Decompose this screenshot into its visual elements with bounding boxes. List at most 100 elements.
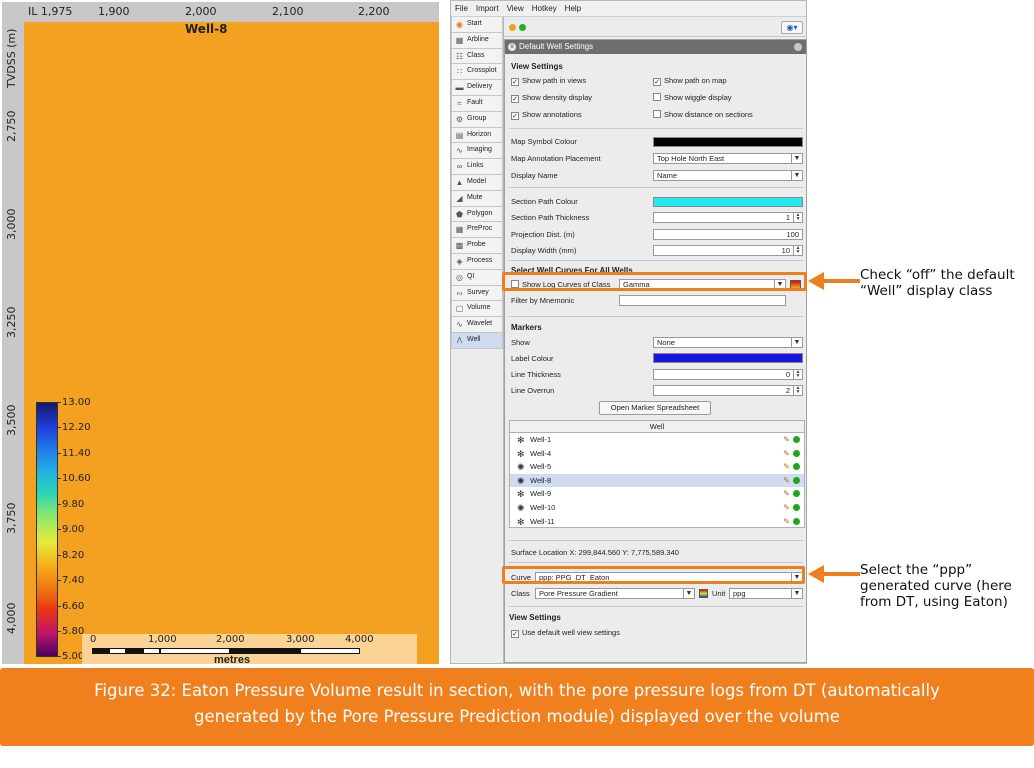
sidebar-item-delivery[interactable]: ▬ Delivery [451, 80, 503, 96]
sidebar-item-class[interactable]: ☷ Class [451, 48, 503, 65]
display-width-spinner[interactable]: 10 ▲ ▼ [653, 245, 803, 256]
pressure-section-view[interactable]: IL 1,975 1,900 2,000 2,100 2,200 TVDSS (… [2, 2, 439, 664]
colour-scale-icon[interactable] [699, 589, 708, 598]
pencil-icon[interactable]: ✎ [783, 460, 790, 473]
filter-by-mnemonic-input[interactable] [619, 295, 786, 306]
sidebar-item-probe[interactable]: ▩ Probe [451, 238, 503, 254]
well-name-label: Well-8 [185, 22, 228, 36]
menu-hotkey[interactable]: Hotkey [528, 1, 561, 13]
select-value: Top Hole North East [657, 154, 725, 163]
class-select[interactable]: Pore Pressure Gradient ▼ [535, 588, 695, 599]
sidebar-item-volume[interactable]: ▢ Volume [451, 301, 503, 318]
spinner-arrows-icon[interactable]: ▲ ▼ [793, 386, 802, 395]
sidebar-item-label: Imaging [467, 146, 492, 154]
arrow-left-icon [808, 565, 860, 583]
settings-close-icon[interactable] [794, 43, 802, 51]
show-path-in-views-checkbox[interactable]: ✓ Show path in views [511, 76, 586, 86]
table-row-selected[interactable]: ✺ Well-8 ✎ [510, 473, 804, 488]
table-row[interactable]: ✺ Well-10 ✎ [510, 501, 804, 515]
menu-file[interactable]: File [451, 1, 472, 13]
pencil-icon[interactable]: ✎ [783, 474, 790, 487]
map-symbol-colour-swatch[interactable] [653, 137, 803, 147]
table-row[interactable]: ✻ Well-11 ✎ [510, 515, 804, 529]
sidebar-item-mute[interactable]: ◢ Mute [451, 190, 503, 207]
sidebar-item-qi[interactable]: ◎ QI [451, 269, 503, 286]
section-path-thickness-label: Section Path Thickness [511, 213, 590, 222]
line-overrun-spinner[interactable]: 2 ▲ ▼ [653, 385, 803, 396]
globe-dropdown-button[interactable]: ◉▾ [781, 21, 803, 34]
orange-status-dot[interactable] [509, 24, 516, 31]
sidebar-item-preproc[interactable]: ▦ PreProc [451, 222, 503, 239]
colorbar-label: 7.40 [62, 575, 85, 586]
sidebar-item-model[interactable]: ▲ Model [451, 174, 503, 191]
chevron-down-icon: ▼ [791, 589, 802, 598]
table-row[interactable]: ✺ Well-5 ✎ [510, 460, 804, 474]
map-annotation-placement-select[interactable]: Top Hole North East ▼ [653, 153, 803, 164]
depth-label: 3,000 [5, 208, 18, 241]
sidebar-item-survey[interactable]: ∾ Survey [451, 285, 503, 302]
sidebar-item-links[interactable]: ∞ Links [451, 159, 503, 175]
section-path-colour-swatch[interactable] [653, 197, 803, 207]
spinner-arrows-icon[interactable]: ▲ ▼ [793, 246, 802, 255]
unit-select[interactable]: ppg ▼ [729, 588, 803, 599]
scale-segment [92, 648, 109, 654]
sidebar-item-label: Probe [467, 241, 486, 249]
table-row[interactable]: ✻ Well-1 ✎ [510, 433, 804, 447]
checkbox-label: Show distance on sections [664, 110, 753, 119]
app-window: File Import View Hotkey Help ◉ Start ▦ Arbline… [450, 0, 807, 664]
panel-toolbar: ◉▾ [504, 17, 807, 37]
sidebar-item-fault[interactable]: ≈ Fault [451, 95, 503, 112]
show-annotations-checkbox[interactable]: ✓ Show annotations [511, 110, 582, 120]
sidebar-item-wavelet[interactable]: ∿ Wavelet [451, 317, 503, 333]
caption-line: Figure 32: Eaton Pressure Volume result … [94, 681, 940, 700]
pencil-icon[interactable]: ✎ [783, 433, 790, 446]
sidebar-item-label: Process [467, 256, 493, 264]
sidebar-item-imaging[interactable]: ∿ Imaging [451, 143, 503, 160]
show-wiggle-display-checkbox[interactable]: Show wiggle display [653, 93, 732, 102]
sidebar-item-start[interactable]: ◉ Start [451, 17, 503, 33]
sidebar-item-arbline[interactable]: ▦ Arbline [451, 32, 503, 49]
pencil-icon[interactable]: ✎ [783, 447, 790, 460]
spinner-arrows-icon[interactable]: ▲ ▼ [793, 213, 802, 222]
table-row[interactable]: ✻ Well-4 ✎ [510, 447, 804, 461]
line-thickness-spinner[interactable]: 0 ▲ ▼ [653, 369, 803, 380]
show-density-display-checkbox[interactable]: ✓ Show density display [511, 93, 592, 103]
sidebar-item-group[interactable]: ⚙ Group [451, 111, 503, 128]
well-name: Well-4 [530, 448, 552, 458]
display-name-select[interactable]: Name ▼ [653, 170, 803, 181]
section-path-thickness-spinner[interactable]: 1 ▲ ▼ [653, 212, 803, 223]
green-status-dot[interactable] [519, 24, 526, 31]
crossplot-icon: ∷ [456, 67, 463, 77]
pencil-icon[interactable]: ✎ [783, 515, 790, 528]
show-distance-on-sections-checkbox[interactable]: Show distance on sections [653, 110, 753, 119]
checkbox-label: Show wiggle display [664, 93, 732, 102]
sidebar-item-horizon[interactable]: ▤ Horizon [451, 127, 503, 144]
label-colour-swatch[interactable] [653, 353, 803, 363]
sidebar-item-label: Delivery [467, 83, 493, 91]
sidebar-item-polygon[interactable]: ⬟ Polygon [451, 206, 503, 223]
use-default-well-view-settings-checkbox[interactable]: ✓ Use default well view settings [511, 628, 620, 638]
section-path-colour-label: Section Path Colour [511, 197, 578, 206]
callout-line: Check “off” the default [860, 267, 1015, 283]
show-path-on-map-checkbox[interactable]: ✓ Show path on map [653, 76, 727, 86]
projection-dist-input[interactable]: 100 [653, 229, 803, 240]
sidebar-item-process[interactable]: ◈ Process [451, 253, 503, 270]
colorbar-label: 13.00 [62, 397, 91, 408]
markers-show-select[interactable]: None ▼ [653, 337, 803, 348]
pencil-icon[interactable]: ✎ [783, 501, 790, 514]
green-status-dot [793, 517, 800, 525]
model-icon: ▲ [455, 177, 464, 187]
table-row[interactable]: ✻ Well-9 ✎ [510, 487, 804, 501]
spinner-arrows-icon[interactable]: ▲ ▼ [793, 370, 802, 379]
sidebar-item-label: Horizon [467, 130, 492, 138]
sidebar-item-well[interactable]: Λ Well [451, 332, 503, 349]
sidebar-item-label: Wavelet [467, 320, 493, 328]
open-marker-spreadsheet-button[interactable]: Open Marker Spreadsheet [599, 401, 711, 415]
filter-by-mnemonic-label: Filter by Mnemonic [511, 296, 575, 305]
separator [509, 606, 803, 607]
menu-import[interactable]: Import [472, 1, 503, 13]
sidebar-item-crossplot[interactable]: ∷ Crossplot [451, 64, 503, 81]
menu-view[interactable]: View [503, 1, 528, 13]
pencil-icon[interactable]: ✎ [783, 487, 790, 500]
menu-help[interactable]: Help [561, 1, 585, 13]
